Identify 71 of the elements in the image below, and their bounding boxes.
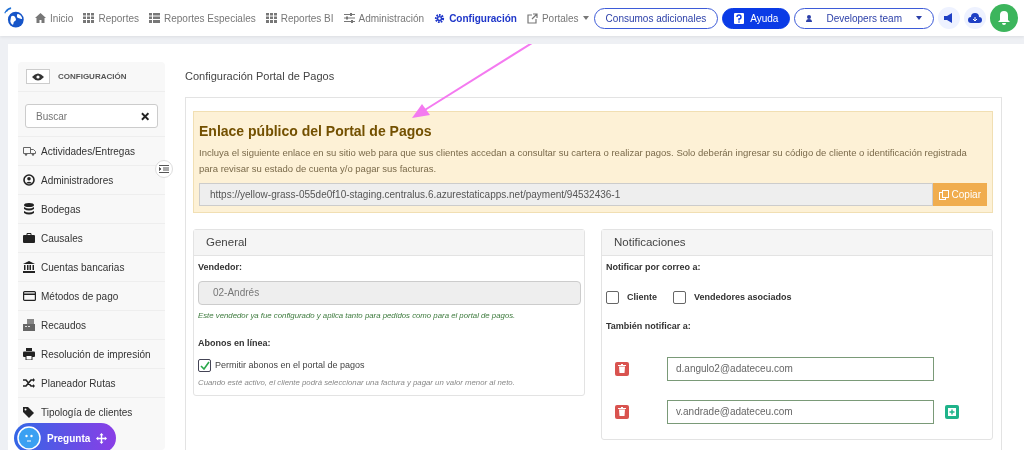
tags-icon	[23, 406, 35, 418]
team-dropdown[interactable]: Developers team	[794, 7, 934, 29]
gear-icon	[434, 12, 446, 24]
field-label: Notificar por correo a:	[606, 261, 702, 275]
nav-link[interactable]: Administración	[338, 10, 430, 26]
nav-link[interactable]: Reportes Especiales	[144, 10, 261, 26]
database-icon	[24, 203, 34, 215]
nav-link[interactable]: Portales	[521, 10, 594, 26]
alert-description: Incluya el siguiente enlace en su sitio web para que sus clientes accedan a consultar su cartera o realizar pagos. Solo deberán ingresar su código de cliente o identificación registrada para revisar su estado de cuenta y/o pagar sus facturas.	[199, 146, 968, 177]
help-button[interactable]: Ayuda	[722, 7, 791, 29]
nav-link[interactable]: Configuración	[429, 10, 522, 26]
printer-icon	[23, 348, 35, 360]
move-icon	[96, 432, 108, 444]
checkbox-label: Cliente	[627, 290, 657, 304]
checkbox-label: Permitir abonos en el portal de pagos	[215, 359, 365, 372]
sidebar-item[interactable]: Bodegas	[18, 195, 165, 224]
house-icon	[35, 13, 47, 23]
add-button[interactable]	[945, 404, 959, 419]
alert-title: Enlace público del Portal de Pagos	[199, 122, 433, 140]
bank-icon	[23, 261, 35, 273]
chat-button[interactable]: Pregunta	[14, 423, 116, 450]
grid-icon	[265, 13, 277, 23]
checkbox[interactable]	[198, 359, 211, 373]
cloud-download-icon[interactable]	[964, 7, 986, 29]
field-label: Abonos en línea:	[198, 337, 272, 351]
delete-button[interactable]	[615, 404, 629, 419]
help-icon	[734, 12, 745, 24]
search-field[interactable]: Buscar	[25, 104, 158, 128]
field-label: También notificar a:	[606, 320, 692, 334]
checkbox[interactable]	[673, 291, 686, 305]
caret-icon	[582, 16, 589, 20]
page-title: Configuración Portal de Pagos	[185, 69, 336, 84]
grid-icon	[83, 13, 95, 23]
credit-card-icon	[22, 291, 36, 301]
sidebar-item[interactable]: Resolución de impresión	[18, 340, 165, 369]
sidebar-item[interactable]: Causales	[18, 224, 165, 253]
user-icon	[806, 14, 813, 22]
card-title: General	[194, 230, 584, 257]
copy-icon	[938, 189, 949, 200]
card-title: Notificaciones	[602, 230, 992, 257]
checkbox[interactable]	[606, 291, 619, 305]
consumptions-button[interactable]: Consumos adicionales	[593, 7, 719, 29]
nav-link[interactable]: Reportes BI	[260, 10, 339, 26]
external-link-icon	[526, 12, 538, 24]
sidebar-item[interactable]: Recaudos	[18, 311, 165, 340]
bot-avatar-icon	[17, 426, 41, 450]
url-field[interactable]: https://yellow-grass-055de0f10-staging.centralus.6.azurestaticapps.net/payment/94532436-1	[199, 183, 933, 207]
truck-icon	[22, 146, 36, 156]
nav-link[interactable]: Reportes	[78, 10, 144, 26]
email-field[interactable]: d.angulo2@adateceu.com	[667, 356, 934, 381]
sidebar-item[interactable]: Planeador Rutas	[18, 369, 165, 398]
field-label: Vendedor:	[198, 261, 243, 275]
shuffle-icon	[23, 378, 35, 388]
briefcase-icon	[23, 233, 35, 243]
checkbox-label: Vendedores asociados	[694, 290, 792, 304]
cash-register-icon	[23, 319, 35, 331]
user-circle-icon	[23, 174, 35, 186]
email-field[interactable]: v.andrade@adateceu.com	[667, 399, 934, 424]
search-input[interactable]: Buscar	[34, 107, 141, 125]
sidebar-item[interactable]: Métodos de pago	[18, 282, 165, 311]
sidebar-title: CONFIGURACIÓN	[58, 70, 127, 83]
list-icon	[149, 13, 160, 23]
nav-link[interactable]: Inicio	[30, 10, 79, 26]
megaphone-icon[interactable]	[938, 7, 960, 29]
clear-icon[interactable]	[140, 111, 149, 121]
sliders-icon	[343, 13, 355, 23]
caret-icon	[916, 16, 922, 20]
delete-button[interactable]	[615, 361, 629, 376]
sidebar-item[interactable]: Cuentas bancarias	[18, 253, 165, 282]
eye-icon[interactable]	[26, 69, 50, 84]
team-name: Developers team	[826, 11, 902, 26]
